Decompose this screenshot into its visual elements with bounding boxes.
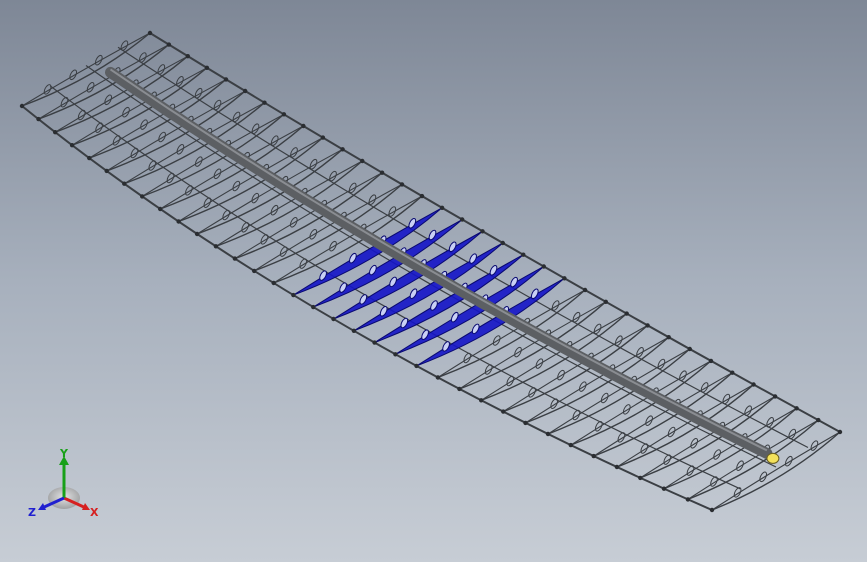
wing-model[interactable] [0, 0, 867, 562]
y-axis-label: Y [59, 448, 69, 460]
3d-viewport[interactable]: Y X Z [0, 0, 867, 562]
rib[interactable] [614, 382, 756, 470]
rib[interactable] [685, 417, 821, 502]
axis-triad: Y X Z [28, 448, 99, 519]
rib[interactable] [19, 30, 153, 109]
leading-edge[interactable] [149, 32, 841, 433]
spar-end-cap [766, 452, 780, 464]
rib[interactable] [36, 42, 172, 122]
end-cap-face[interactable] [766, 452, 780, 464]
x-axis-label: X [90, 506, 99, 519]
z-axis-label: Z [28, 506, 36, 519]
rib[interactable] [638, 394, 778, 481]
rib[interactable] [709, 429, 843, 513]
rib[interactable] [591, 370, 735, 459]
rib[interactable] [661, 406, 799, 491]
